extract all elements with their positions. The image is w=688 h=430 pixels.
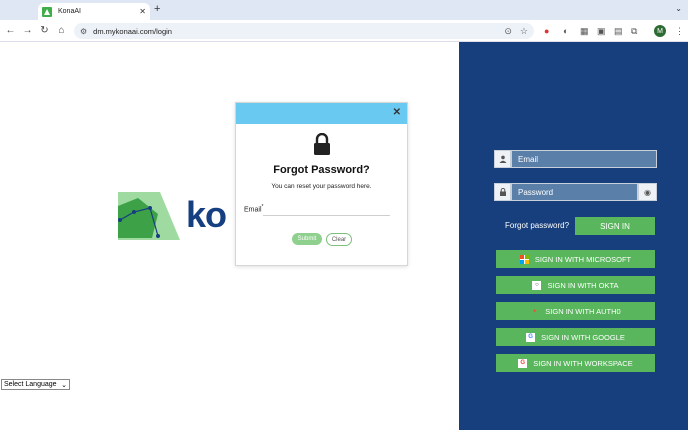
sign-in-workspace-button[interactable]: G SIGN IN WITH WORKSPACE bbox=[496, 354, 655, 372]
lock-icon bbox=[494, 183, 511, 201]
workspace-icon: G bbox=[518, 358, 528, 368]
chevron-down-icon: ⌄ bbox=[61, 381, 67, 389]
reload-icon[interactable]: ↻ bbox=[36, 25, 53, 36]
modal-header: ✕ bbox=[236, 103, 407, 124]
address-bar[interactable]: ⚙ dm.mykonaai.com/login ⊙ ☆ bbox=[74, 23, 534, 39]
sign-in-google-label: SIGN IN WITH GOOGLE bbox=[541, 332, 625, 342]
modal-clear-button[interactable]: Clear bbox=[326, 233, 352, 246]
sign-in-workspace-label: SIGN IN WITH WORKSPACE bbox=[533, 358, 633, 368]
forgot-password-modal: ✕ Forgot Password? You can reset your pa… bbox=[235, 102, 408, 266]
password-field-group: Password ◉ bbox=[494, 183, 657, 201]
konaai-logo: ko bbox=[118, 192, 233, 242]
auth0-icon: ✦ bbox=[532, 308, 538, 315]
sign-in-google-button[interactable]: G SIGN IN WITH GOOGLE bbox=[496, 328, 655, 346]
url-text: dm.mykonaai.com/login bbox=[93, 26, 172, 36]
padlock-icon bbox=[314, 133, 330, 155]
google-icon: G bbox=[526, 332, 536, 342]
show-password-eye-icon[interactable]: ◉ bbox=[638, 183, 657, 201]
sign-in-okta-button[interactable]: ○ SIGN IN WITH OKTA bbox=[496, 276, 655, 294]
login-page: ko Select Language ⌄ Email Password ◉ Fo… bbox=[0, 42, 688, 430]
new-tab-button[interactable]: + bbox=[154, 3, 160, 15]
modal-submit-button[interactable]: Submit bbox=[292, 233, 322, 245]
sign-in-auth0-label: SIGN IN WITH AUTH0 bbox=[545, 306, 621, 316]
modal-close-icon[interactable]: ✕ bbox=[393, 107, 401, 118]
extension-red-icon[interactable]: ● bbox=[544, 26, 549, 36]
home-icon[interactable]: ⌂ bbox=[53, 25, 70, 36]
extensions-puzzle-icon[interactable]: ⧉ bbox=[631, 26, 637, 37]
profile-avatar[interactable]: M bbox=[654, 25, 666, 37]
sign-in-button[interactable]: SIGN IN bbox=[575, 217, 655, 235]
logo-wordmark: ko bbox=[186, 194, 227, 235]
bookmark-star-icon[interactable]: ☆ bbox=[520, 26, 528, 37]
microsoft-icon bbox=[519, 254, 529, 264]
back-icon[interactable]: ← bbox=[2, 25, 19, 36]
extension-chat-icon[interactable]: ◐ bbox=[563, 26, 568, 36]
modal-title: Forgot Password? bbox=[273, 164, 370, 176]
sign-in-auth0-button[interactable]: ✦ SIGN IN WITH AUTH0 bbox=[496, 302, 655, 320]
user-icon bbox=[494, 150, 511, 168]
konaai-favicon-icon bbox=[42, 6, 52, 17]
location-icon[interactable]: ⊙ bbox=[504, 26, 512, 37]
sign-in-microsoft-button[interactable]: SIGN IN WITH MICROSOFT bbox=[496, 250, 655, 268]
site-info-icon[interactable]: ⚙ bbox=[80, 27, 87, 36]
sign-in-microsoft-label: SIGN IN WITH MICROSOFT bbox=[534, 254, 632, 264]
konaai-logo-icon bbox=[118, 192, 180, 240]
okta-icon: ○ bbox=[532, 280, 542, 290]
email-input[interactable]: Email bbox=[511, 150, 657, 168]
extension-text-icon[interactable]: ▣ bbox=[597, 26, 606, 37]
forgot-password-link[interactable]: Forgot password? bbox=[505, 221, 569, 230]
login-panel: Email Password ◉ Forgot password? SIGN I… bbox=[459, 42, 688, 430]
language-select-value: Select Language bbox=[4, 381, 57, 388]
password-input[interactable]: Password bbox=[511, 183, 638, 201]
tab-menu-icon[interactable]: ⌄ bbox=[675, 4, 682, 13]
required-mark: * bbox=[261, 204, 264, 210]
browser-tab[interactable]: KonaAI ✕ bbox=[38, 3, 150, 20]
tab-close-icon[interactable]: ✕ bbox=[139, 7, 146, 16]
modal-email-input[interactable] bbox=[263, 215, 390, 216]
sign-in-okta-label: SIGN IN WITH OKTA bbox=[547, 280, 619, 290]
browser-tab-bar: KonaAI ✕ + ⌄ bbox=[0, 0, 688, 20]
extension-doc-icon[interactable]: ▤ bbox=[614, 26, 623, 37]
tab-title: KonaAI bbox=[58, 8, 81, 15]
language-select[interactable]: Select Language ⌄ bbox=[1, 379, 70, 390]
email-field-group: Email bbox=[494, 150, 657, 168]
modal-email-label: Email* bbox=[244, 204, 263, 213]
forward-icon[interactable]: → bbox=[19, 25, 36, 36]
modal-email-label-text: Email bbox=[244, 206, 262, 214]
modal-subtitle: You can reset your password here. bbox=[271, 183, 372, 190]
browser-menu-icon[interactable]: ⋮ bbox=[675, 26, 684, 37]
extension-grid-icon[interactable]: ▦ bbox=[580, 26, 589, 37]
